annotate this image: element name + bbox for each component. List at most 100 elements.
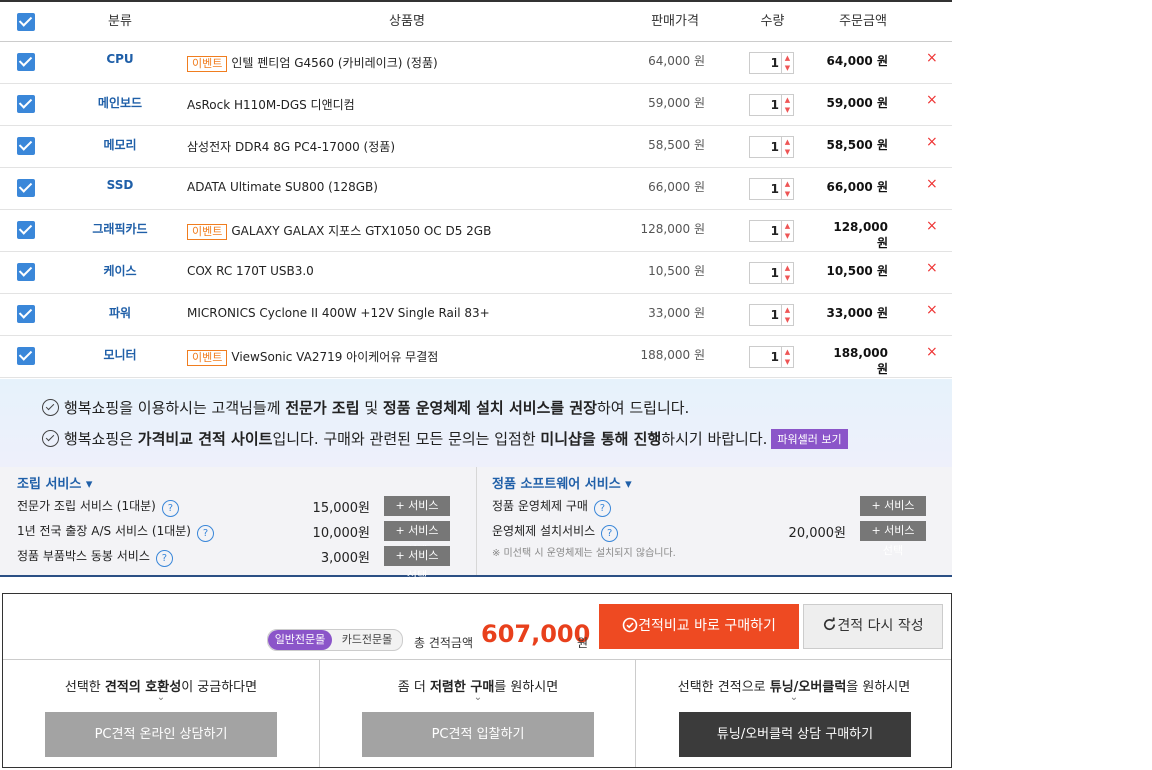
chevron-up-icon[interactable]: ▲ [782,347,793,357]
row-product[interactable]: COX RC 170T USB3.0 [187,264,314,278]
check-circle-icon [622,617,638,633]
stepper-buttons[interactable]: ▲ ▼ [781,221,793,241]
assembly-service-title[interactable]: 조립 서비스 ▾ [17,473,92,492]
row-category[interactable]: 파워 [70,304,170,321]
chevron-up-icon[interactable]: ▲ [782,53,793,63]
delete-icon[interactable]: × [926,260,938,276]
row-product[interactable]: 삼성전자 DDR4 8G PC4-17000 (정품) [187,138,395,155]
row-category[interactable]: 메모리 [70,136,170,153]
row-product[interactable]: 이벤트 인텔 펜티엄 G4560 (카비레이크) (정품) [187,54,438,72]
rewrite-estimate-button[interactable]: 견적 다시 작성 [803,604,943,649]
row-checkbox[interactable] [17,95,35,113]
tab-card-mall[interactable]: 카드전문몰 [334,630,400,650]
quantity-stepper[interactable]: 1 ▲ ▼ [749,52,794,74]
stepper-buttons[interactable]: ▲ ▼ [781,347,793,367]
service-select-button[interactable]: + 서비스 선택 [384,521,450,557]
help-icon[interactable]: ? [196,525,214,542]
chevron-down-icon[interactable]: ▼ [782,315,793,325]
row-checkbox[interactable] [17,263,35,281]
help-icon[interactable]: ? [161,500,179,517]
online-consult-button[interactable]: PC견적 온라인 상담하기 [45,712,277,757]
select-all-checkbox[interactable] [17,13,35,31]
service-select-button[interactable]: + 서비스 선택 [860,496,926,532]
chevron-up-icon[interactable]: ▲ [782,305,793,315]
row-category[interactable]: SSD [70,178,170,192]
row-checkbox[interactable] [17,137,35,155]
stepper-buttons[interactable]: ▲ ▼ [781,53,793,73]
quantity-value[interactable]: 1 [771,56,779,70]
notice-bold: 전문가 조립 [285,399,360,417]
chevron-down-icon[interactable]: ▼ [782,231,793,241]
delete-icon[interactable]: × [926,344,938,360]
row-product[interactable]: 이벤트 ViewSonic VA2719 아이케어유 무결점 [187,348,438,366]
quantity-stepper[interactable]: 1 ▲ ▼ [749,220,794,242]
help-icon[interactable]: ? [601,525,619,542]
row-category[interactable]: 메인보드 [70,94,170,111]
stepper-buttons[interactable]: ▲ ▼ [781,263,793,283]
chevron-up-icon[interactable]: ▲ [782,95,793,105]
row-product[interactable]: AsRock H110M-DGS 디앤디컴 [187,96,355,113]
bid-button[interactable]: PC견적 입찰하기 [362,712,594,757]
quantity-value[interactable]: 1 [771,266,779,280]
tuning-consult-button[interactable]: 튜닝/오버클럭 상담 구매하기 [679,712,911,757]
tab-general-mall[interactable]: 일반전문몰 [268,630,332,650]
quantity-value[interactable]: 1 [771,98,779,112]
quantity-stepper[interactable]: 1 ▲ ▼ [749,136,794,158]
row-price: 66,000 원 [648,180,705,194]
row-checkbox[interactable] [17,53,35,71]
row-product[interactable]: MICRONICS Cyclone II 400W +12V Single Ra… [187,306,490,320]
software-service-title[interactable]: 정품 소프트웨어 서비스 ▾ [492,473,632,492]
row-total: 64,000 원 [826,54,888,68]
chevron-up-icon[interactable]: ▲ [782,263,793,273]
chevron-down-icon[interactable]: ▼ [782,357,793,367]
chevron-down-icon[interactable]: ▼ [782,147,793,157]
service-select-button[interactable]: + 서비스 선택 [384,496,450,532]
quantity-stepper[interactable]: 1 ▲ ▼ [749,304,794,326]
row-category[interactable]: 그래픽카드 [70,220,170,237]
quantity-value[interactable]: 1 [771,224,779,238]
quantity-stepper[interactable]: 1 ▲ ▼ [749,178,794,200]
power-seller-button[interactable]: 파워셀러 보기 [771,429,848,449]
stepper-buttons[interactable]: ▲ ▼ [781,95,793,115]
chevron-up-icon[interactable]: ▲ [782,221,793,231]
row-category[interactable]: 케이스 [70,262,170,279]
chevron-up-icon[interactable]: ▲ [782,137,793,147]
help-icon[interactable]: ? [155,550,173,567]
chevron-down-icon[interactable]: ▼ [782,273,793,283]
delete-icon[interactable]: × [926,50,938,66]
stepper-buttons[interactable]: ▲ ▼ [781,137,793,157]
row-category[interactable]: CPU [70,52,170,66]
row-product[interactable]: ADATA Ultimate SU800 (128GB) [187,180,378,194]
quantity-value[interactable]: 1 [771,182,779,196]
row-checkbox[interactable] [17,221,35,239]
quantity-stepper[interactable]: 1 ▲ ▼ [749,94,794,116]
row-checkbox[interactable] [17,347,35,365]
delete-icon[interactable]: × [926,302,938,318]
buy-now-button[interactable]: 견적비교 바로 구매하기 [599,604,799,649]
notice-text: 입니다. 구매와 관련된 모든 문의는 입점한 [272,430,541,448]
stepper-buttons[interactable]: ▲ ▼ [781,179,793,199]
quantity-value[interactable]: 1 [771,308,779,322]
delete-icon[interactable]: × [926,92,938,108]
stepper-buttons[interactable]: ▲ ▼ [781,305,793,325]
quantity-value[interactable]: 1 [771,140,779,154]
check-circle-icon [42,399,59,416]
quantity-stepper[interactable]: 1 ▲ ▼ [749,262,794,284]
service-select-button[interactable]: + 서비스 선택 [860,521,926,557]
total-unit: 원 [577,636,589,650]
delete-icon[interactable]: × [926,218,938,234]
chevron-down-icon[interactable]: ▼ [782,105,793,115]
chevron-down-icon[interactable]: ▼ [782,63,793,73]
delete-icon[interactable]: × [926,134,938,150]
service-select-button[interactable]: + 서비스 선택 [384,546,450,582]
row-category[interactable]: 모니터 [70,346,170,363]
delete-icon[interactable]: × [926,176,938,192]
row-checkbox[interactable] [17,305,35,323]
quantity-value[interactable]: 1 [771,350,779,364]
quantity-stepper[interactable]: 1 ▲ ▼ [749,346,794,368]
row-product[interactable]: 이벤트 GALAXY GALAX 지포스 GTX1050 OC D5 2GB [187,222,491,240]
help-icon[interactable]: ? [593,500,611,517]
chevron-up-icon[interactable]: ▲ [782,179,793,189]
row-checkbox[interactable] [17,179,35,197]
chevron-down-icon[interactable]: ▼ [782,189,793,199]
